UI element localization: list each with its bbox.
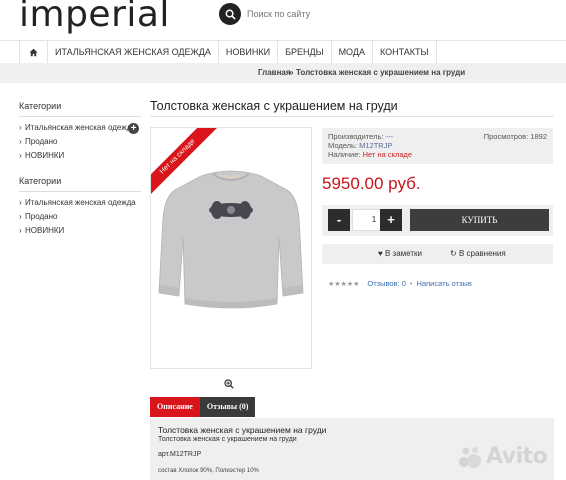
sidebar-item-label: НОВИНКИ bbox=[25, 151, 65, 160]
reviews-count-link[interactable]: Отзывов: 0 bbox=[367, 279, 406, 288]
rating-row: ★★★★★ Отзывов: 0 • Написать отзыв bbox=[328, 279, 472, 288]
chevron-right-icon: › bbox=[19, 198, 22, 207]
model-value: M12TRJP bbox=[359, 141, 393, 150]
expand-plus-icon[interactable]: + bbox=[128, 123, 139, 134]
sidebar-heading: Категории bbox=[19, 101, 141, 117]
composition-value: Хлопок 90%, Полиэстер 10% bbox=[178, 468, 259, 474]
buy-button[interactable]: КУПИТЬ bbox=[410, 209, 549, 231]
nav-home[interactable] bbox=[19, 41, 48, 63]
chevron-right-icon: › bbox=[19, 151, 22, 160]
breadcrumb-home[interactable]: Главная bbox=[258, 68, 291, 77]
qty-minus-button[interactable]: - bbox=[328, 209, 350, 231]
avito-text: Avito bbox=[486, 444, 548, 469]
sidebar-heading: Категории bbox=[19, 176, 141, 192]
chevron-right-icon: › bbox=[19, 123, 22, 132]
sidebar-item-new[interactable]: › НОВИНКИ bbox=[19, 151, 141, 160]
main-nav: ИТАЛЬЯНСКАЯ ЖЕНСКАЯ ОДЕЖДА НОВИНКИ БРЕНД… bbox=[0, 40, 566, 63]
site-logo[interactable]: imperial bbox=[19, 0, 170, 35]
wishlist-label: В заметки bbox=[384, 249, 422, 258]
zoom-button[interactable] bbox=[224, 376, 234, 394]
views-label: Просмотров: bbox=[483, 132, 529, 141]
zoom-in-icon bbox=[224, 379, 234, 389]
write-review-link[interactable]: Написать отзыв bbox=[417, 279, 472, 288]
views-counter: Просмотров: 1892 bbox=[484, 132, 547, 141]
search-bar bbox=[219, 3, 397, 25]
sidebar: Категории › Итальянская женская одежда +… bbox=[19, 101, 141, 240]
home-icon bbox=[29, 48, 38, 56]
add-to-cart-bar: - 1 + КУПИТЬ bbox=[322, 205, 553, 236]
nav-item-new[interactable]: НОВИНКИ bbox=[219, 41, 279, 63]
product-info-box: Производитель: --- Модель: M12TRJP Налич… bbox=[322, 128, 553, 164]
manufacturer-label: Производитель: bbox=[328, 132, 384, 141]
sidebar-item-italian-womens-clothing[interactable]: › Итальянская женская одежда bbox=[19, 198, 141, 207]
avito-logo-icon bbox=[459, 446, 481, 468]
sidebar-item-new[interactable]: › НОВИНКИ bbox=[19, 226, 141, 235]
sidebar-item-label: Продано bbox=[25, 212, 58, 221]
nav-item-contacts[interactable]: КОНТАКТЫ bbox=[373, 41, 437, 63]
availability-value: Нет на складе bbox=[362, 150, 413, 159]
sidebar-item-label: Итальянская женская одежда bbox=[25, 198, 136, 207]
model-label: Модель: bbox=[328, 141, 358, 150]
product-image[interactable]: Нет на складе bbox=[150, 127, 312, 369]
availability-row: Наличие: Нет на складе bbox=[328, 150, 547, 159]
qty-plus-button[interactable]: + bbox=[380, 209, 402, 231]
product-tabs: Описание Отзывы (0) bbox=[150, 397, 256, 417]
title-divider bbox=[150, 116, 554, 117]
wishlist-compare-bar: ♥ В заметки ↻ В сравнения bbox=[322, 244, 553, 264]
tab-reviews[interactable]: Отзывы (0) bbox=[199, 397, 256, 417]
views-value: 1892 bbox=[530, 132, 547, 141]
search-input[interactable] bbox=[247, 9, 397, 19]
nav-item-fashion[interactable]: МОДА bbox=[332, 41, 373, 63]
description-title: Толстовка женская с украшением на груди bbox=[158, 425, 327, 435]
search-button[interactable] bbox=[219, 3, 241, 25]
nav-item-brands[interactable]: БРЕНДЫ bbox=[278, 41, 332, 63]
manufacturer-value[interactable]: --- bbox=[386, 132, 394, 141]
sidebar-item-label: Продано bbox=[25, 137, 58, 146]
star-rating-icon: ★★★★★ bbox=[328, 280, 360, 288]
description-subtitle: Толстовка женская с украшением на груди bbox=[158, 436, 297, 443]
separator-dot: • bbox=[409, 279, 413, 288]
model-row: Модель: M12TRJP bbox=[328, 141, 547, 150]
add-to-wishlist-button[interactable]: ♥ В заметки bbox=[378, 249, 422, 258]
embellishment-icon bbox=[209, 201, 253, 219]
tab-description[interactable]: Описание bbox=[150, 397, 200, 417]
chevron-right-icon: › bbox=[19, 212, 22, 221]
sidebar-item-sold[interactable]: › Продано bbox=[19, 212, 141, 221]
search-icon bbox=[225, 9, 236, 20]
composition-label: состав bbox=[158, 468, 177, 474]
sidebar-item-label: Итальянская женская одежда bbox=[25, 123, 136, 132]
avito-watermark: Avito bbox=[458, 444, 548, 469]
availability-label: Наличие: bbox=[328, 150, 361, 159]
product-price: 5950.00 руб. bbox=[322, 174, 421, 193]
add-to-compare-button[interactable]: ↻ В сравнения bbox=[450, 249, 506, 258]
chevron-right-icon: › bbox=[19, 137, 22, 146]
breadcrumb: Главная » Толстовка женская с украшением… bbox=[0, 63, 566, 83]
page-title: Толстовка женская с украшением на груди bbox=[150, 99, 398, 113]
breadcrumb-separator: » bbox=[289, 68, 294, 77]
breadcrumb-current[interactable]: Толстовка женская с украшением на груди bbox=[296, 68, 465, 77]
nav-item-italian-womens-clothing[interactable]: ИТАЛЬЯНСКАЯ ЖЕНСКАЯ ОДЕЖДА bbox=[48, 41, 219, 63]
sidebar-item-sold[interactable]: › Продано bbox=[19, 137, 141, 146]
sidebar-item-label: НОВИНКИ bbox=[25, 226, 65, 235]
heart-icon: ♥ bbox=[378, 249, 383, 258]
compare-label: В сравнения bbox=[458, 249, 506, 258]
sidebar-item-italian-womens-clothing[interactable]: › Итальянская женская одежда + bbox=[19, 123, 141, 134]
compare-refresh-icon: ↻ bbox=[450, 249, 457, 258]
chevron-right-icon: › bbox=[19, 226, 22, 235]
